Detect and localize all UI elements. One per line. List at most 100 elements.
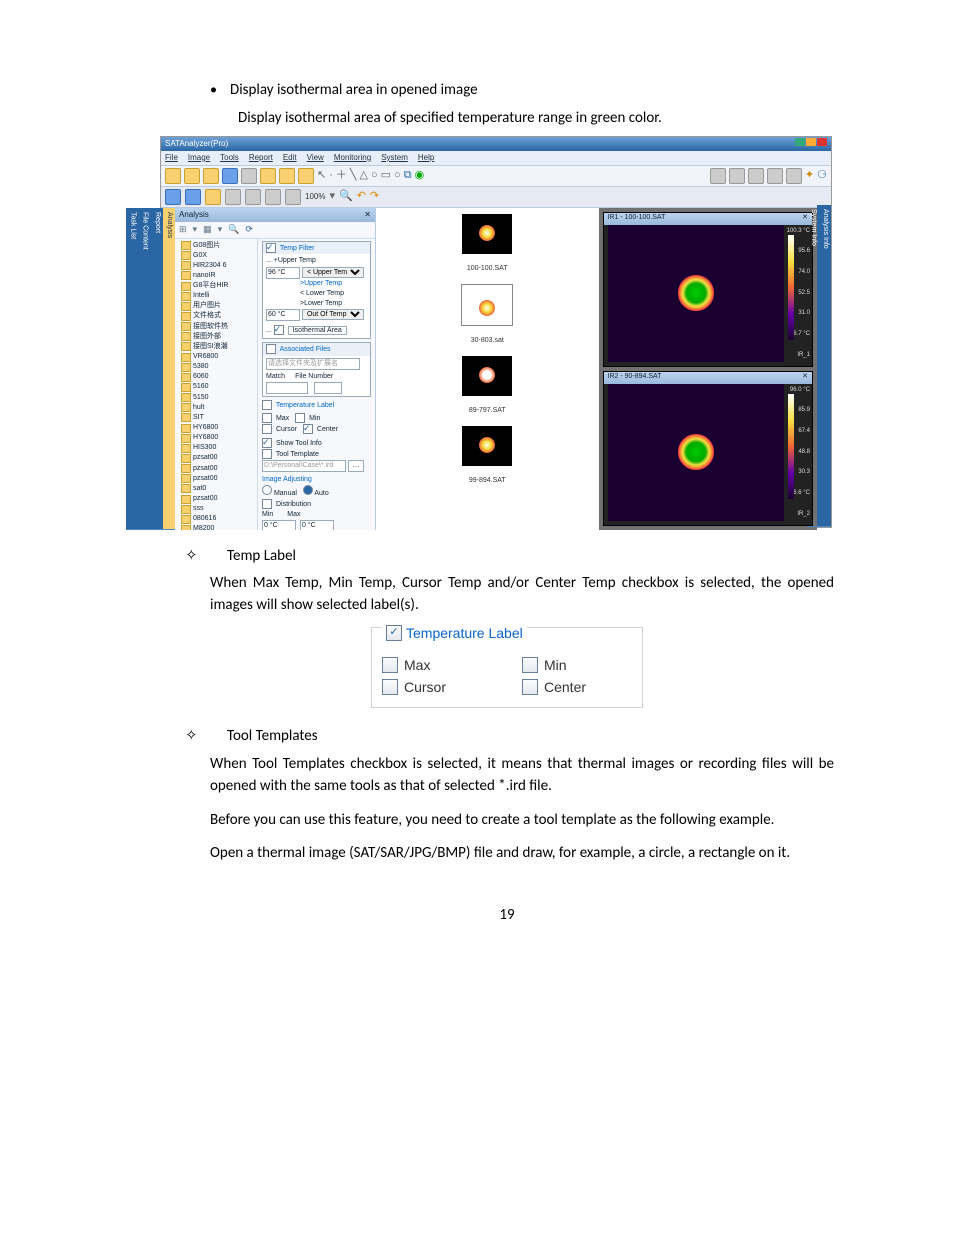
center-checkbox[interactable]: [522, 679, 538, 695]
cursor-checkbox[interactable]: [382, 679, 398, 695]
triangle-tool-icon[interactable]: △: [360, 168, 368, 184]
menu-tools[interactable]: Tools: [220, 152, 239, 164]
left-tab-strip[interactable]: Analysis Report File Content Task List: [161, 208, 175, 530]
split-icon[interactable]: [245, 189, 261, 205]
opt-gt-lower[interactable]: >Lower Temp: [266, 299, 367, 309]
auto-radio[interactable]: [303, 485, 313, 495]
assoc-files-checkbox[interactable]: [266, 344, 276, 354]
palette-icon[interactable]: [165, 189, 181, 205]
grid-icon[interactable]: [185, 189, 201, 205]
layout-5-icon[interactable]: [786, 168, 802, 184]
inbox-icon[interactable]: [205, 189, 221, 205]
tree-item[interactable]: 6060: [177, 372, 255, 382]
dropdown-icon[interactable]: ▾: [329, 189, 335, 205]
zoom-icon[interactable]: [265, 189, 281, 205]
tree-item[interactable]: 5150: [177, 393, 255, 403]
menu-edit[interactable]: Edit: [283, 152, 297, 164]
assoc-path-input[interactable]: 请选择文件夹及扩展名: [266, 358, 360, 370]
line-tool-icon[interactable]: ╲: [350, 168, 357, 184]
arrow-tool-icon[interactable]: ↖: [317, 168, 326, 184]
upper-temp-op[interactable]: < Upper Temp: [302, 267, 364, 278]
ellipse-tool-icon[interactable]: ○: [394, 168, 401, 184]
tree-item[interactable]: 5380: [177, 362, 255, 372]
tree-item[interactable]: 5160: [177, 382, 255, 392]
tree-item[interactable]: HIS300: [177, 443, 255, 453]
menu-bar[interactable]: File Image Tools Report Edit View Monito…: [161, 151, 831, 166]
image-pane-2[interactable]: IR2 - 90-894.SAT✕ 96.0 °C 85.9 67.4 48.8…: [603, 371, 814, 526]
isothermal-checkbox[interactable]: [274, 325, 284, 335]
manual-radio[interactable]: [262, 485, 272, 495]
menu-view[interactable]: View: [307, 152, 324, 164]
menu-monitoring[interactable]: Monitoring: [334, 152, 371, 164]
tool-template-path[interactable]: D:\Personal\Case\*.ird: [262, 460, 346, 472]
tree-item[interactable]: 文件格式: [177, 311, 255, 321]
view-details-icon[interactable]: ⊞: [179, 223, 187, 236]
tree-item[interactable]: pzsat00: [177, 474, 255, 484]
paste-icon[interactable]: [279, 168, 295, 184]
wand-icon[interactable]: ✦: [805, 168, 814, 184]
view-list-icon[interactable]: ▦: [203, 223, 212, 236]
tab-analysis[interactable]: Analysis: [163, 208, 175, 530]
circle-tool-icon[interactable]: ○: [371, 168, 378, 184]
tree-item[interactable]: pzsat00: [177, 494, 255, 504]
layout-3-icon[interactable]: [748, 168, 764, 184]
panel-close-icon[interactable]: ✕: [364, 209, 371, 221]
match-input[interactable]: [266, 382, 308, 394]
layout-4-icon[interactable]: [767, 168, 783, 184]
layout-2-icon[interactable]: [729, 168, 745, 184]
temp-filter-checkbox[interactable]: [266, 243, 276, 253]
tree-item[interactable]: G8平台HIR: [177, 281, 255, 291]
tree-item[interactable]: HY6800: [177, 423, 255, 433]
tree-item[interactable]: 接图SI浪潮: [177, 342, 255, 352]
templabel-group-checkbox[interactable]: ✓: [386, 625, 402, 641]
save-icon[interactable]: [184, 168, 200, 184]
lower-temp-op[interactable]: Out Of Temp Range: [302, 309, 364, 320]
opt-lt-lower[interactable]: < Lower Temp: [266, 289, 367, 299]
min-input[interactable]: 0 °C: [262, 520, 296, 529]
tree-item[interactable]: M8200: [177, 524, 255, 529]
tree-item[interactable]: G08图片: [177, 241, 255, 251]
fileno-input[interactable]: [314, 382, 342, 394]
tl-center-checkbox[interactable]: [303, 424, 313, 434]
copy-icon[interactable]: [260, 168, 276, 184]
fit-icon[interactable]: [285, 189, 301, 205]
cut-icon[interactable]: [298, 168, 314, 184]
tree-item[interactable]: 用户图片: [177, 301, 255, 311]
tree-item[interactable]: G0X: [177, 251, 255, 261]
opt-gt-upper[interactable]: >Upper Temp: [266, 279, 367, 289]
refresh-icon[interactable]: ⟳: [245, 223, 253, 236]
tree-item[interactable]: HY6800: [177, 433, 255, 443]
tree-item[interactable]: nanoIR: [177, 271, 255, 281]
folder-tree[interactable]: G08图片G0XHIR2304 6nanoIRG8平台HIRIntelli用户图…: [175, 239, 258, 530]
tree-item[interactable]: 080616: [177, 514, 255, 524]
play-icon[interactable]: [222, 168, 238, 184]
tab-system-info[interactable]: System Info: [807, 205, 819, 527]
max-checkbox[interactable]: [382, 657, 398, 673]
panel-toolbar[interactable]: ⊞▾ ▦▾ 🔍 ⟳: [175, 222, 375, 239]
templabel-checkbox[interactable]: [262, 400, 272, 410]
tree-item[interactable]: 接图外部: [177, 332, 255, 342]
tl-max-checkbox[interactable]: [262, 413, 272, 423]
min-checkbox[interactable]: [522, 657, 538, 673]
cross-tool-icon[interactable]: ＋: [336, 168, 347, 184]
layout-1-icon[interactable]: [710, 168, 726, 184]
folder-icon[interactable]: [165, 168, 181, 184]
toolbar-2[interactable]: 100% ▾ 🔍 ↶ ↷: [161, 187, 831, 208]
tree-item[interactable]: pzsat00: [177, 453, 255, 463]
tl-cursor-checkbox[interactable]: [262, 424, 272, 434]
menu-report[interactable]: Report: [249, 152, 273, 164]
magnifier-icon[interactable]: 🔍: [339, 189, 353, 205]
tab-analysis-info[interactable]: Analysis Info: [819, 205, 831, 527]
distribution-checkbox[interactable]: [262, 499, 272, 509]
new-icon[interactable]: [241, 168, 257, 184]
tree-item[interactable]: 接图软件热: [177, 322, 255, 332]
table-icon[interactable]: [225, 189, 241, 205]
tab-task-list[interactable]: Task List: [126, 208, 138, 530]
tree-item[interactable]: Intelli: [177, 291, 255, 301]
tab-file-content[interactable]: File Content: [139, 208, 151, 530]
undo-icon[interactable]: ↶: [357, 189, 366, 205]
thumbnail[interactable]: [462, 426, 512, 466]
export-icon[interactable]: [203, 168, 219, 184]
tree-item[interactable]: SIT: [177, 413, 255, 423]
search-icon[interactable]: 🔍: [228, 223, 239, 236]
